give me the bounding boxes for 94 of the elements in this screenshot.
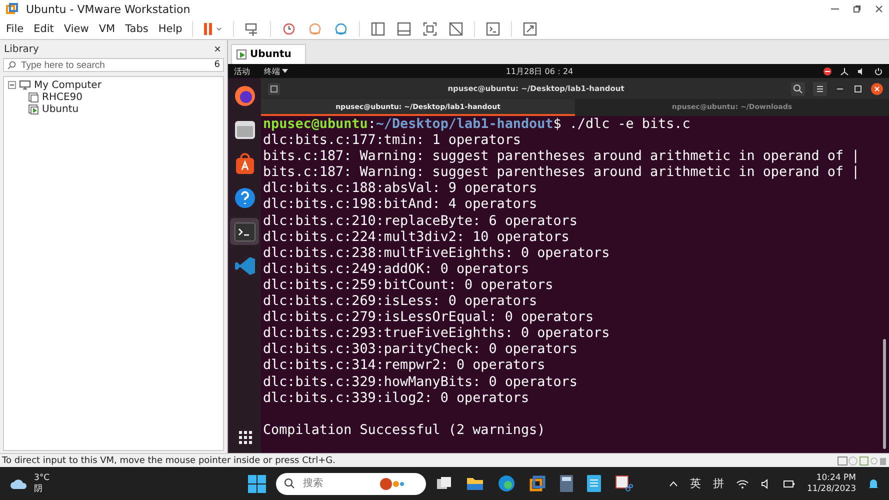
terminal-line: npusec@ubuntu:~/Desktop/lab1-handout$ ./dlc -e bits.c — [263, 117, 692, 134]
restore-button[interactable] — [853, 5, 861, 13]
new-tab-icon[interactable] — [267, 82, 281, 96]
clock[interactable]: 10:24 PM 11/28/2023 — [807, 472, 856, 494]
device-status-icon — [837, 456, 887, 466]
terminal-line: dlc:bits.c:329:howManyBits: 0 operators — [263, 374, 578, 391]
status-message: To direct input to this VM, move the mouse pointer inside or press Ctrl+G. — [2, 456, 336, 466]
terminal-icon — [234, 222, 256, 242]
cloud-icon — [10, 478, 28, 490]
input-mode[interactable]: 拼 — [713, 476, 724, 491]
notification-icon[interactable] — [868, 478, 879, 490]
pause-button[interactable] — [203, 22, 224, 36]
status-icon — [823, 66, 832, 76]
shopping-bag-icon — [234, 152, 254, 174]
sidebar-view-icon[interactable] — [370, 20, 386, 36]
terminal-line: dlc:bits.c:198:bitAnd: 4 operators — [263, 197, 538, 214]
terminal-line: dlc:bits.c:259:bitCount: 0 operators — [263, 278, 554, 294]
running-vm-icon — [236, 49, 247, 60]
browser-icon — [234, 84, 256, 106]
taskbar-search-field[interactable]: 搜索 — [301, 477, 371, 490]
app-grid-icon[interactable] — [236, 429, 252, 445]
network-icon — [840, 66, 849, 76]
snapshot-icon[interactable] — [281, 20, 298, 36]
search-field[interactable]: Type here to search — [21, 60, 210, 70]
folder-icon — [234, 120, 256, 140]
snipping-tool-icon[interactable] — [615, 475, 633, 492]
terminal-line: dlc:bits.c:314:rempwr2: 0 operators — [263, 358, 546, 374]
caret-icon — [282, 69, 288, 73]
search-box[interactable]: Type here to search 6 — [3, 58, 224, 72]
app-menu[interactable]: 终端 — [264, 66, 280, 76]
terminal-line: dlc:bits.c:224:mult3div2: 10 operators — [263, 230, 570, 246]
taskbar-search-box[interactable]: 搜索 — [276, 472, 426, 494]
folder-icon[interactable] — [466, 476, 484, 491]
power-icon[interactable] — [874, 66, 883, 76]
collapse-toggle-icon[interactable] — [8, 81, 16, 89]
terminal-line: dlc:bits.c:293:trueFiveEighths: 0 operators — [263, 326, 611, 342]
start-button[interactable] — [248, 474, 266, 492]
calculator-icon[interactable] — [560, 475, 573, 492]
menu-item[interactable]: File — [6, 22, 24, 34]
input-language[interactable]: 英 — [690, 476, 701, 491]
maximize-button[interactable] — [853, 84, 863, 94]
menu-item[interactable]: Edit — [34, 22, 54, 34]
terminal-line: dlc:bits.c:339:ilog2: 0 operators — [263, 390, 530, 407]
tree-item[interactable]: My Computer — [34, 80, 102, 90]
menu-item[interactable]: VM — [98, 22, 116, 34]
battery-icon — [783, 478, 795, 488]
app-logo-icon — [6, 3, 18, 15]
terminal-line: Compilation Successful (2 warnings) — [263, 422, 546, 439]
terminal-line: dlc:bits.c:238:multFiveEighths: 0 operators — [263, 246, 611, 262]
vm-tab[interactable]: Ubuntu — [231, 44, 306, 64]
terminal-line: dlc:bits.c:303:parityCheck: 0 operators — [263, 342, 578, 358]
tree-item[interactable]: Ubuntu — [42, 104, 79, 114]
panel-title: Library — [4, 44, 39, 54]
snapshot-manager-icon[interactable] — [333, 20, 350, 36]
clock[interactable]: 11月28日 06：24 — [296, 66, 823, 76]
terminal-line: dlc:bits.c:279:isLessOrEqual: 0 operators — [263, 310, 595, 326]
scrollbar-thumb[interactable] — [882, 339, 886, 449]
task-view-icon[interactable] — [436, 476, 452, 490]
close-button[interactable] — [875, 5, 883, 13]
terminal-line: dlc:bits.c:210:replaceByte: 6 operators — [263, 214, 578, 230]
terminal-line: dlc:bits.c:188:absVal: 9 operators — [263, 181, 538, 198]
stretch-icon[interactable] — [522, 20, 538, 36]
full-screen-icon[interactable] — [422, 20, 438, 36]
terminal-line: dlc:bits.c:249:addOK: 0 operators — [263, 262, 530, 278]
tree-item[interactable]: RHCE90 — [42, 92, 82, 102]
show-hidden-icons[interactable] — [669, 480, 678, 486]
terminal-line: bits.c:187: Warning: suggest parentheses around arithmetic in operand of | — [263, 165, 861, 182]
close-button[interactable] — [871, 82, 883, 94]
terminal-line: dlc:bits.c:269:isLess: 0 operators — [263, 294, 538, 310]
app-logo-icon[interactable] — [529, 475, 546, 492]
terminal-line: dlc:bits.c:177:tmin: 1 operators — [263, 133, 522, 150]
activities-button[interactable]: 活动 — [234, 66, 250, 76]
monitor-icon — [19, 80, 31, 90]
menu-item[interactable]: Tabs — [125, 22, 148, 34]
menu-button[interactable] — [813, 82, 827, 96]
wifi-icon — [736, 478, 749, 488]
unity-mode-icon[interactable] — [448, 20, 464, 36]
result-count: 6 — [214, 60, 220, 70]
search-icon — [284, 478, 295, 489]
window-title: Ubuntu - VMware Workstation — [26, 2, 192, 16]
terminal-line: bits.c:187: Warning: suggest parentheses around arithmetic in operand of | — [263, 149, 861, 166]
weather-condition: 阴 — [34, 484, 44, 494]
menu-item[interactable]: Help — [158, 22, 182, 34]
planet-icon — [377, 476, 405, 490]
temperature: 3°C — [34, 472, 50, 484]
code-editor-icon — [234, 254, 256, 276]
browser-icon[interactable] — [498, 475, 515, 492]
console-icon[interactable] — [485, 20, 502, 36]
bottom-panel-icon[interactable] — [396, 20, 412, 36]
menu-item[interactable]: View — [64, 22, 89, 34]
close-button[interactable]: × — [212, 42, 223, 56]
help-icon — [234, 186, 256, 208]
search-icon — [7, 60, 16, 70]
search-button[interactable] — [791, 82, 805, 96]
